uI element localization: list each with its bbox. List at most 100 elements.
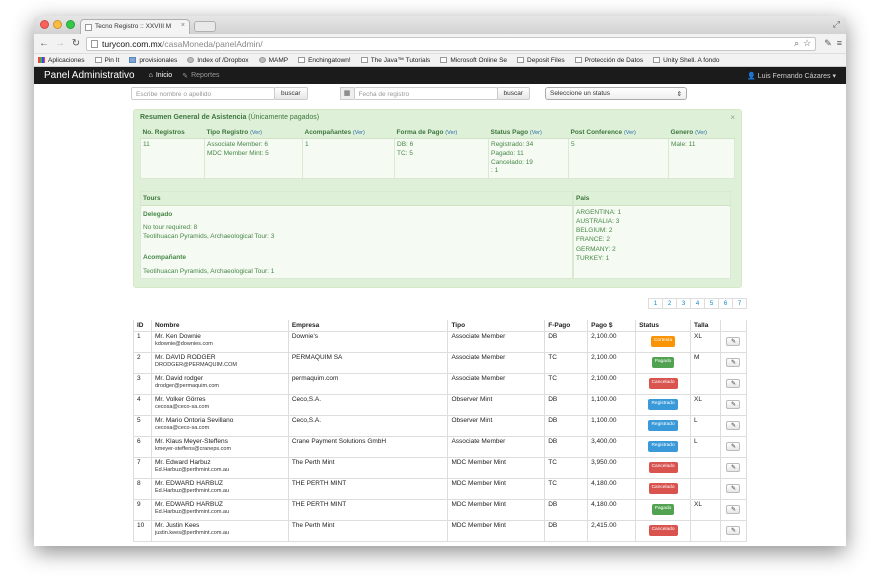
bookmark-item[interactable]: Enchingatown! <box>298 57 351 64</box>
bookmark-item[interactable]: Deposit Files <box>517 57 565 64</box>
cell-actions: ✎ <box>719 330 748 353</box>
cell-type: Associate Member <box>447 435 546 458</box>
id-text: 1 <box>137 332 141 340</box>
bookmark-item[interactable]: provisionales <box>129 57 177 64</box>
zoom-window-icon[interactable] <box>66 20 75 29</box>
bookmark-item[interactable]: Microsoft Online Se <box>440 57 507 64</box>
cell-status: Pagado <box>635 498 691 521</box>
pencil-icon: ✎ <box>730 527 736 534</box>
close-window-icon[interactable] <box>40 20 49 29</box>
page-link[interactable]: 6 <box>718 297 733 309</box>
extension-icon[interactable]: ✎ <box>824 38 832 49</box>
name-search-input[interactable]: Escribe nombre o apellido <box>131 86 275 100</box>
bookmark-apps[interactable]: Aplicaciones <box>38 57 85 64</box>
address-bar[interactable]: turycon.com.mx /casaMoneda/panelAdmin/ ⌕… <box>86 36 817 51</box>
bookmark-item[interactable]: MAMP <box>258 57 288 64</box>
cell-size: L <box>690 435 721 458</box>
summary-cell-line: Cancelado: 19 <box>491 158 533 166</box>
back-icon[interactable]: ← <box>38 38 50 49</box>
edit-button[interactable]: ✎ <box>726 525 741 535</box>
amount-text: 3,950.00 <box>591 458 617 466</box>
cell-type: Observer Mint <box>447 393 546 416</box>
company-text: Crane Payment Solutions GmbH <box>291 437 387 445</box>
status-badge[interactable]: Pagado <box>651 357 675 368</box>
url-path: /casaMoneda/panelAdmin/ <box>162 38 263 49</box>
edit-button[interactable]: ✎ <box>726 483 741 493</box>
edit-button[interactable]: ✎ <box>726 441 741 451</box>
nav-reports[interactable]: ✎ Reportes <box>182 72 219 80</box>
search-icon[interactable]: ⌕ <box>794 38 799 49</box>
page-link[interactable]: 3 <box>676 297 691 309</box>
edit-button[interactable]: ✎ <box>726 504 741 514</box>
ver-link[interactable]: (Ver) <box>445 130 457 136</box>
page-link[interactable]: 4 <box>690 297 705 309</box>
tab-close-icon[interactable]: × <box>181 22 185 29</box>
edit-button[interactable]: ✎ <box>726 378 741 388</box>
table-row: 10 Mr. Justin Kees justin.kees@perthmint.c… <box>133 519 748 542</box>
ver-link[interactable]: (Ver) <box>250 130 262 136</box>
nav-home[interactable]: ⌂ Inicio <box>149 72 173 79</box>
size-text: XL <box>694 500 702 508</box>
minimize-window-icon[interactable] <box>53 20 62 29</box>
id-text: 9 <box>137 500 141 508</box>
cell-type: Observer Mint <box>447 414 546 437</box>
bookmark-star-icon[interactable]: ☆ <box>803 38 811 49</box>
edit-button[interactable]: ✎ <box>726 399 741 409</box>
page-link[interactable]: 7 <box>732 297 747 309</box>
bookmark-item[interactable]: Pin It <box>94 57 119 64</box>
status-badge[interactable]: Cortesía <box>650 336 676 347</box>
page-link[interactable]: 5 <box>704 297 719 309</box>
edit-button[interactable]: ✎ <box>726 420 741 430</box>
ver-link[interactable]: (Ver) <box>695 130 707 136</box>
browser-tab[interactable]: Tecno Registro :: XXVIII M × <box>80 19 190 34</box>
email-text: cecosa@ceco-sa.com <box>154 425 210 432</box>
summary-cell-line: Registrado: 34 <box>491 141 534 148</box>
size-text: L <box>694 416 698 424</box>
ver-link[interactable]: (Ver) <box>624 130 636 136</box>
new-tab-button[interactable] <box>194 21 216 32</box>
summary-cell: DB: 6 TC: 5 <box>394 137 489 180</box>
page-link[interactable]: 1 <box>648 297 663 309</box>
cell-pay: TC <box>544 351 589 374</box>
pais-item: ARGENTINA: 1 <box>576 209 622 217</box>
ver-link[interactable]: (Ver) <box>530 130 542 136</box>
status-badge[interactable]: Cancelado <box>648 462 678 473</box>
bookmark-item[interactable]: Index of /Dropbox <box>187 57 249 64</box>
reload-icon[interactable]: ↻ <box>70 38 82 49</box>
amount-text: 2,100.00 <box>591 332 617 340</box>
cell-actions: ✎ <box>719 435 748 458</box>
fullscreen-icon[interactable]: ⤢ <box>833 19 840 30</box>
edit-button[interactable]: ✎ <box>726 357 741 367</box>
wrench-icon: ✎ <box>182 72 189 80</box>
summary-cell-line: DB: 6 <box>397 141 414 148</box>
status-badge[interactable]: Cancelado <box>648 483 678 494</box>
close-icon[interactable]: × <box>730 113 735 122</box>
brand[interactable]: Panel Administrativo <box>44 70 135 81</box>
cell-company: permaquim.com <box>287 372 449 395</box>
menu-icon[interactable]: ≡ <box>837 38 842 49</box>
user-icon: 👤 <box>747 72 756 80</box>
cell-name: Mr. Klaus Meyer-Steffens kmeyer-steffens@… <box>150 435 289 458</box>
search-name-button[interactable]: buscar <box>274 86 308 100</box>
bookmark-item[interactable]: The Java™ Tutorials <box>360 57 430 64</box>
date-input[interactable]: Fecha de registro <box>353 86 498 100</box>
summary-cell-line: 11 <box>143 141 150 148</box>
bookmark-item[interactable]: Unity Shell. A fondo <box>653 57 720 64</box>
status-badge[interactable]: Registrado <box>648 420 678 431</box>
user-menu[interactable]: 👤 Luis Fernando Cázares ▾ <box>747 72 836 80</box>
status-badge[interactable]: Registrado <box>648 399 678 410</box>
status-badge[interactable]: Pagado <box>651 504 675 515</box>
status-badge[interactable]: Cancelado <box>648 525 678 536</box>
search-date-button[interactable]: buscar <box>496 86 531 100</box>
forward-icon[interactable]: → <box>54 38 66 49</box>
edit-button[interactable]: ✎ <box>726 336 741 346</box>
status-badge[interactable]: Registrado <box>648 441 678 452</box>
status-select[interactable]: Seleccione un status ⇕ <box>545 86 688 100</box>
amount-text: 2,415.00 <box>591 521 617 529</box>
page-link[interactable]: 2 <box>662 297 677 309</box>
ver-link[interactable]: (Ver) <box>353 130 365 136</box>
edit-button[interactable]: ✎ <box>726 462 741 472</box>
bookmark-item[interactable]: Protección de Datos <box>574 57 643 64</box>
status-badge[interactable]: Cancelado <box>648 378 678 389</box>
cell-amount: 2,100.00 <box>587 372 637 395</box>
